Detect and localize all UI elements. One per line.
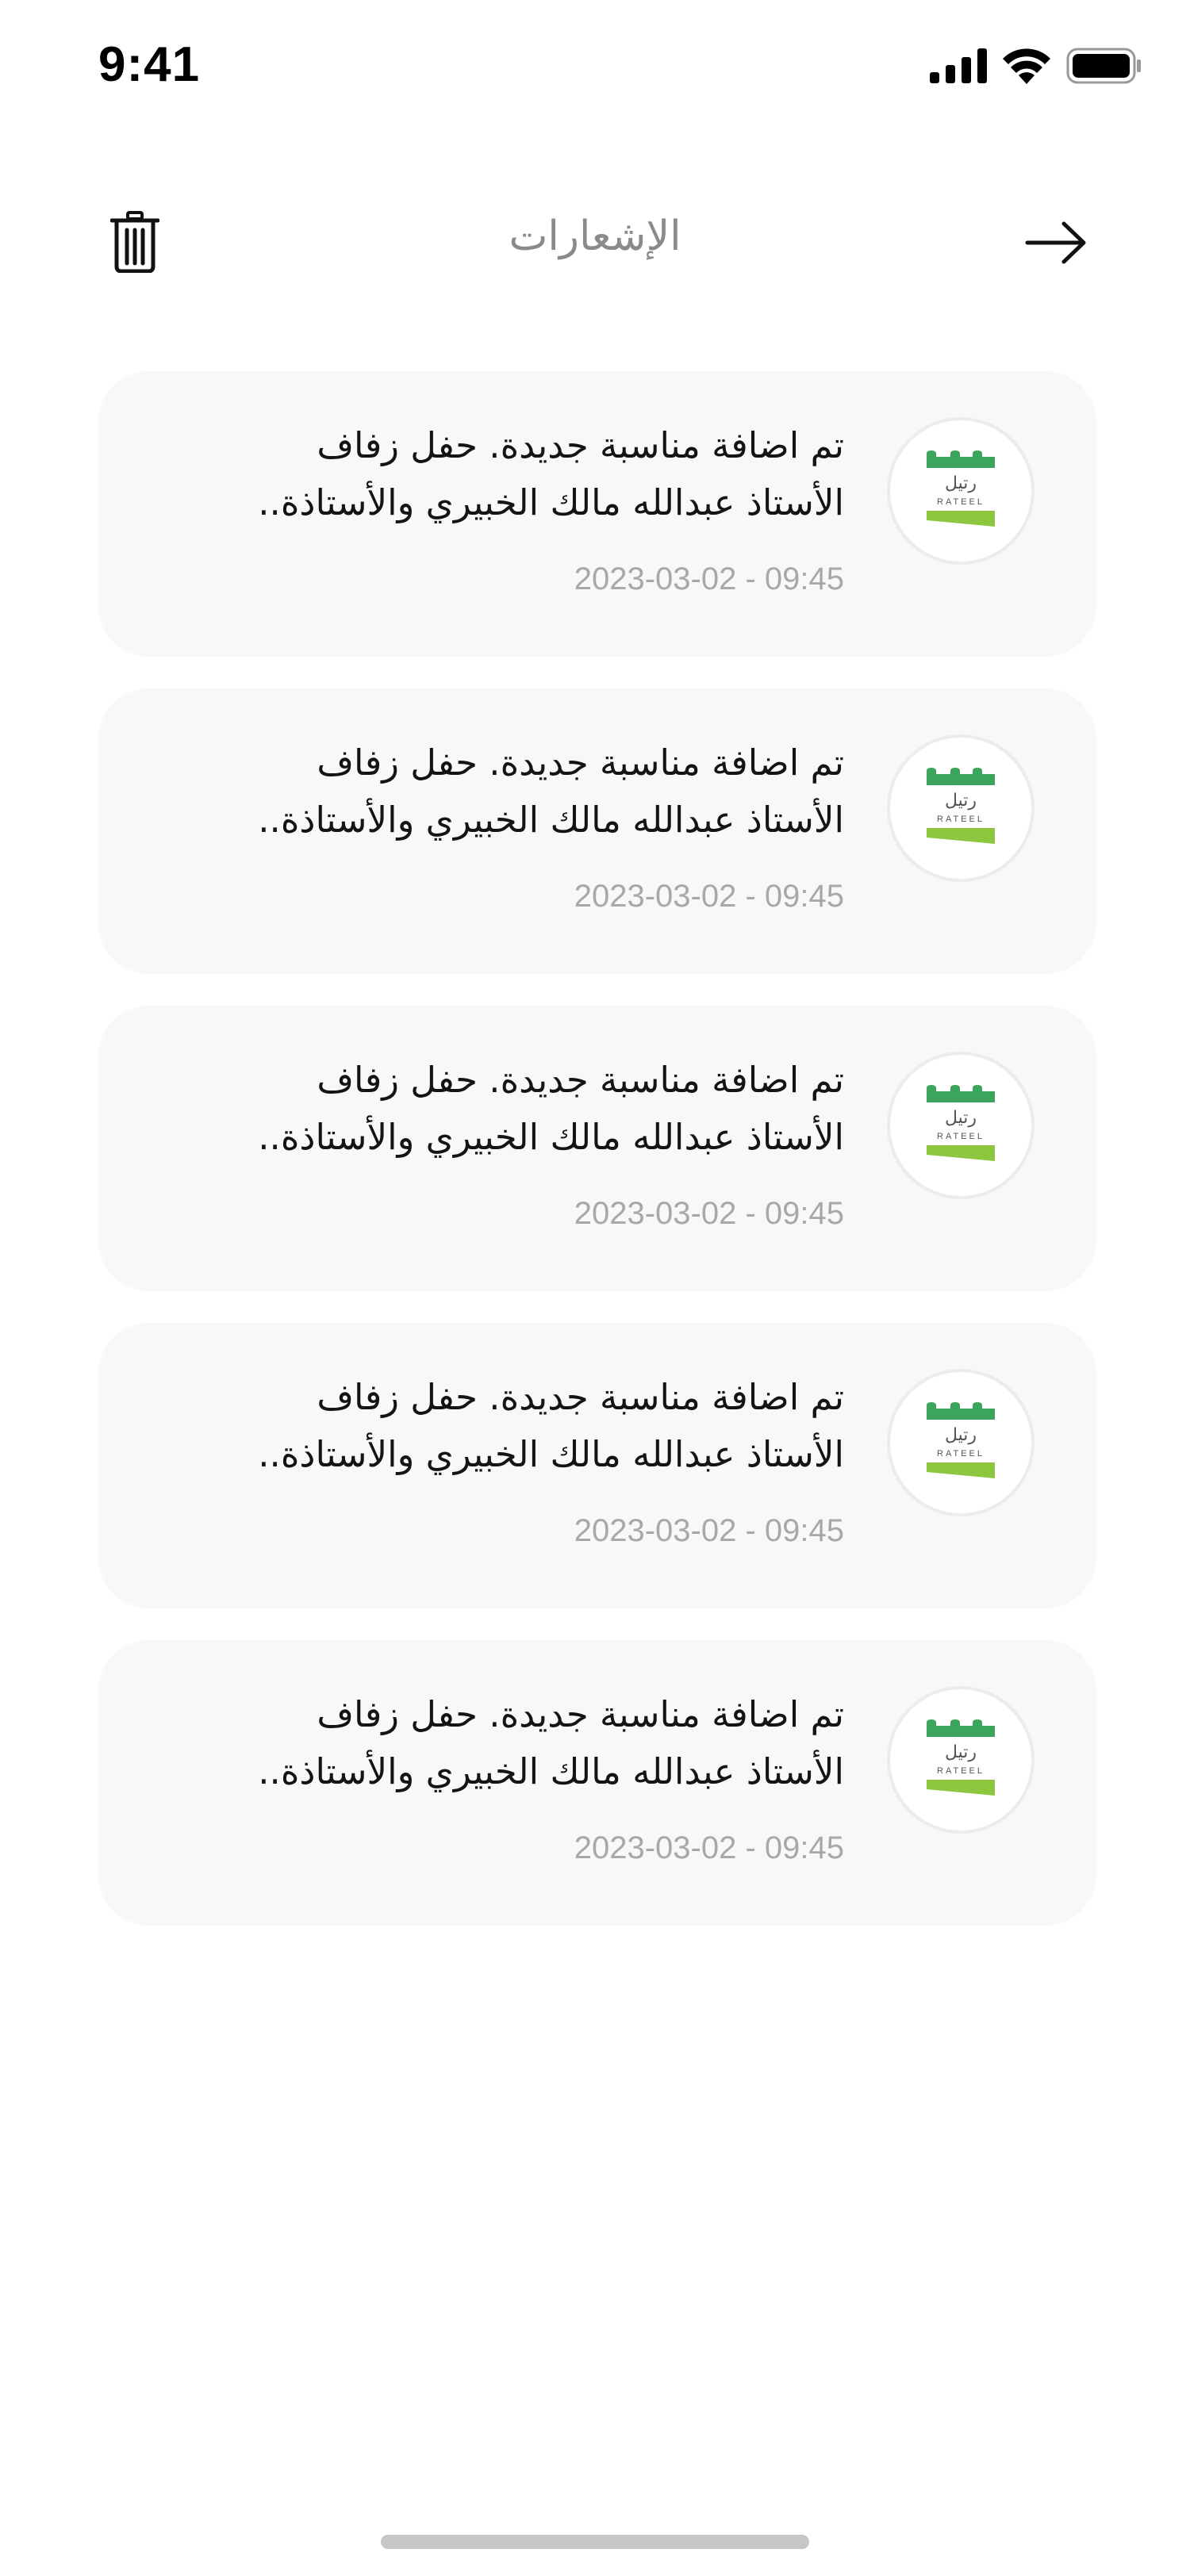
header: الإشعارات: [0, 190, 1190, 293]
svg-text:RATEEL: RATEEL: [937, 1766, 985, 1776]
svg-text:RATEEL: RATEEL: [937, 815, 985, 824]
rateel-logo-icon: رتيل RATEEL: [927, 1719, 995, 1796]
status-bar: 9:41: [0, 0, 1190, 135]
notification-card[interactable]: رتيل RATEEL تم اضافة مناسبة جديدة. حفل ز…: [98, 371, 1096, 657]
notification-line-2: الأستاذ عبدالله مالك الخبيري والأستاذة..: [258, 481, 844, 523]
status-icons: [930, 48, 1142, 84]
notification-line-2: الأستاذ عبدالله مالك الخبيري والأستاذة..: [258, 1116, 844, 1158]
notification-text: تم اضافة مناسبة جديدة. حفل زفاف الأستاذ …: [162, 1686, 844, 1800]
back-button[interactable]: [1020, 209, 1092, 276]
rateel-logo-icon: رتيل RATEEL: [927, 1085, 995, 1161]
notification-date: 2023-03-02 - 09:45: [574, 1196, 844, 1231]
svg-text:رتيل: رتيل: [945, 791, 977, 811]
svg-text:رتيل: رتيل: [945, 1425, 977, 1445]
notification-text: تم اضافة مناسبة جديدة. حفل زفاف الأستاذ …: [162, 1369, 844, 1483]
page-title: الإشعارات: [509, 213, 681, 260]
notification-line-1: تم اضافة مناسبة جديدة. حفل زفاف: [317, 424, 844, 466]
notification-line-2: الأستاذ عبدالله مالك الخبيري والأستاذة..: [258, 1750, 844, 1792]
svg-text:RATEEL: RATEEL: [937, 1132, 985, 1141]
notification-date: 2023-03-02 - 09:45: [574, 1513, 844, 1548]
rateel-logo-avatar: رتيل RATEEL: [887, 417, 1035, 565]
cellular-signal-icon: [930, 48, 987, 83]
rateel-logo-icon: رتيل RATEEL: [927, 450, 995, 527]
rateel-logo-avatar: رتيل RATEEL: [887, 734, 1035, 882]
notification-card[interactable]: رتيل RATEEL تم اضافة مناسبة جديدة. حفل ز…: [98, 1640, 1096, 1926]
svg-text:رتيل: رتيل: [945, 1742, 977, 1762]
notification-card[interactable]: رتيل RATEEL تم اضافة مناسبة جديدة. حفل ز…: [98, 688, 1096, 974]
battery-icon: [1066, 48, 1141, 84]
notification-line-2: الأستاذ عبدالله مالك الخبيري والأستاذة..: [258, 799, 844, 841]
svg-text:RATEEL: RATEEL: [937, 1449, 985, 1459]
wifi-icon: [1003, 48, 1050, 84]
status-time: 9:41: [98, 37, 201, 92]
notification-text: تم اضافة مناسبة جديدة. حفل زفاف الأستاذ …: [162, 417, 844, 531]
notification-date: 2023-03-02 - 09:45: [574, 879, 844, 914]
notification-date: 2023-03-02 - 09:45: [574, 1830, 844, 1865]
rateel-logo-avatar: رتيل RATEEL: [887, 1052, 1035, 1199]
notification-line-2: الأستاذ عبدالله مالك الخبيري والأستاذة..: [258, 1433, 844, 1475]
rateel-logo-icon: رتيل RATEEL: [927, 768, 995, 844]
notification-text: تم اضافة مناسبة جديدة. حفل زفاف الأستاذ …: [162, 1052, 844, 1166]
notification-line-1: تم اضافة مناسبة جديدة. حفل زفاف: [317, 1376, 844, 1418]
rateel-logo-icon: رتيل RATEEL: [927, 1402, 995, 1478]
notification-card[interactable]: رتيل RATEEL تم اضافة مناسبة جديدة. حفل ز…: [98, 1323, 1096, 1608]
svg-text:رتيل: رتيل: [945, 1108, 977, 1128]
notification-line-1: تم اضافة مناسبة جديدة. حفل زفاف: [317, 742, 844, 784]
rateel-logo-avatar: رتيل RATEEL: [887, 1369, 1035, 1516]
svg-text:RATEEL: RATEEL: [937, 497, 985, 507]
notification-text: تم اضافة مناسبة جديدة. حفل زفاف الأستاذ …: [162, 734, 844, 849]
notifications-list: رتيل RATEEL تم اضافة مناسبة جديدة. حفل ز…: [98, 371, 1096, 1957]
notification-date: 2023-03-02 - 09:45: [574, 562, 844, 596]
notification-line-1: تم اضافة مناسبة جديدة. حفل زفاف: [317, 1059, 844, 1101]
home-indicator[interactable]: [381, 2535, 809, 2549]
notification-card[interactable]: رتيل RATEEL تم اضافة مناسبة جديدة. حفل ز…: [98, 1006, 1096, 1291]
svg-text:رتيل: رتيل: [945, 473, 977, 493]
notification-line-1: تم اضافة مناسبة جديدة. حفل زفاف: [317, 1693, 844, 1735]
arrow-right-icon: [1025, 221, 1086, 264]
rateel-logo-avatar: رتيل RATEEL: [887, 1686, 1035, 1834]
